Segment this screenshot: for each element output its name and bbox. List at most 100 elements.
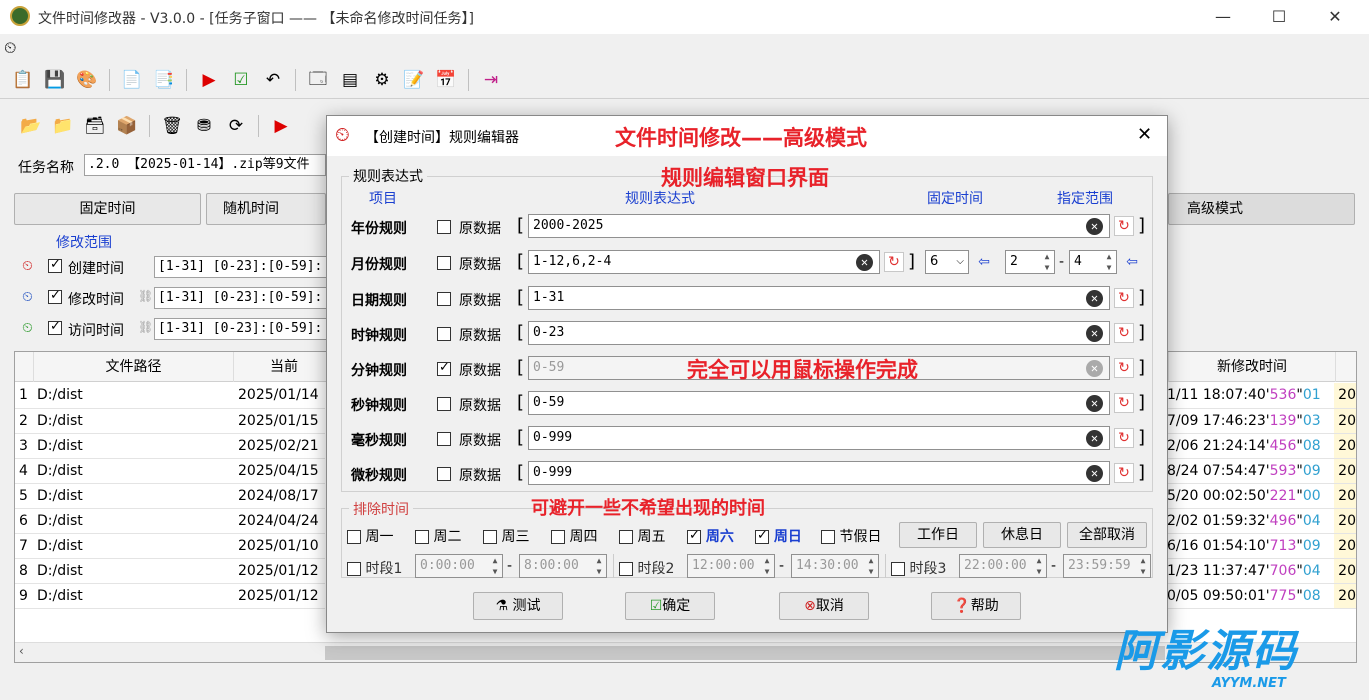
reset-icon[interactable]: ↻ [1114, 393, 1134, 413]
tab-advanced[interactable]: 高级模式 [1168, 193, 1355, 225]
col-current-header[interactable]: 当前 [234, 352, 334, 382]
table-row[interactable]: 8 D:/dist 2025/01/12 [15, 558, 325, 584]
table-row[interactable]: 2 D:/dist 2025/01/15 [15, 408, 325, 434]
reset-icon[interactable]: ↻ [1114, 463, 1134, 483]
weekday-option[interactable]: 节假日 [821, 526, 881, 546]
weekday-checkbox[interactable] [551, 530, 565, 544]
raw-data-checkbox[interactable] [437, 397, 451, 411]
restday-button[interactable]: 休息日 [983, 522, 1061, 548]
table-row[interactable]: 2/06 21:24:14'456"08 20 [1163, 433, 1356, 459]
weekday-option[interactable]: 周三 [483, 526, 529, 546]
archive-icon[interactable]: 🗃 [82, 113, 108, 139]
table-row[interactable]: 7 D:/dist 2025/01/10 [15, 533, 325, 559]
delete-icon[interactable]: 🗑 [159, 113, 185, 139]
create-time-field[interactable]: [1-31] [0-23]:[0-59]: [154, 256, 330, 278]
run-task-icon[interactable]: ▶ [268, 113, 294, 139]
workday-button[interactable]: 工作日 [899, 522, 977, 548]
clear-icon[interactable]: ✕ [1086, 395, 1103, 412]
palette-icon[interactable]: 🎨 [74, 67, 100, 93]
rule-expression-field[interactable]: 0-999 ✕ [528, 461, 1110, 485]
weekday-option[interactable]: 周四 [551, 526, 597, 546]
rule-expression-field[interactable]: 0-23 ✕ [528, 321, 1110, 345]
new-task-icon[interactable]: 📋 [10, 67, 36, 93]
table-row[interactable]: 1/23 11:37:47'706"04 20 [1163, 558, 1356, 584]
reset-icon[interactable]: ↻ [1114, 428, 1134, 448]
month-to-spin[interactable]: 4 ▲ ▼ [1069, 250, 1117, 274]
weekday-checkbox[interactable] [415, 530, 429, 544]
clear-icon[interactable]: ✕ [1086, 325, 1103, 342]
modify-time-checkbox[interactable] [48, 288, 62, 304]
period-start-spin[interactable]: 0:00:00 ▲ ▼ [415, 554, 503, 578]
close-button[interactable]: ✕ [1312, 4, 1358, 30]
dialog-close-button[interactable]: ✕ [1137, 124, 1152, 145]
weekday-checkbox[interactable] [347, 530, 361, 544]
raw-data-checkbox[interactable] [437, 360, 451, 376]
table-row[interactable]: 5/20 00:02:50'221"00 20 [1163, 483, 1356, 509]
save-icon[interactable]: 💾 [42, 67, 68, 93]
clear-icon[interactable]: ✕ [1086, 360, 1103, 377]
clock-menu-icon[interactable]: ⏲ [4, 38, 16, 58]
weekday-option[interactable]: 周五 [619, 526, 665, 546]
access-time-field[interactable]: [1-31] [0-23]:[0-59]: [154, 318, 330, 340]
clear-icon[interactable]: ✕ [1086, 218, 1103, 235]
reset-icon[interactable]: ↻ [1114, 358, 1134, 378]
link-icon[interactable]: ⛓ [138, 289, 153, 303]
raw-data-checkbox[interactable] [437, 292, 451, 306]
raw-data-checkbox[interactable] [437, 432, 451, 446]
maximize-button[interactable]: ☐ [1256, 4, 1302, 30]
table-row[interactable]: 6/16 01:54:10'713"09 20 [1163, 533, 1356, 559]
month-fixed-select[interactable]: 6 ⌵ [925, 250, 969, 274]
minimize-button[interactable]: — [1200, 4, 1246, 30]
rule-expression-field[interactable]: 0-999 ✕ [528, 426, 1110, 450]
raw-data-checkbox[interactable] [437, 467, 451, 481]
scroll-left-icon[interactable]: ‹ [19, 644, 24, 658]
paste-icon[interactable]: 📑 [151, 67, 177, 93]
test-button[interactable]: ⚗ 测试 [473, 592, 563, 620]
raw-data-checkbox[interactable] [437, 220, 451, 234]
clear-icon[interactable]: ✕ [1086, 430, 1103, 447]
scroll-thumb[interactable] [325, 646, 1165, 660]
period-start-spin[interactable]: 22:00:00 ▲ ▼ [959, 554, 1047, 578]
reset-icon[interactable]: ↻ [1114, 216, 1134, 236]
exit-icon[interactable]: ⇥ [478, 67, 504, 93]
month-from-spin[interactable]: 2 ▲ ▼ [1005, 250, 1055, 274]
period-end-spin[interactable]: 14:30:00 ▲ ▼ [791, 554, 879, 578]
apply-fixed-arrow-icon[interactable]: ⇦ [975, 253, 993, 271]
ok-button[interactable]: ☑确定 [625, 592, 715, 620]
table-row[interactable]: 8/24 07:54:47'593"09 20 [1163, 458, 1356, 484]
raw-data-checkbox[interactable] [437, 256, 451, 270]
table-row[interactable]: 2/02 01:59:32'496"04 20 [1163, 508, 1356, 534]
weekday-checkbox[interactable] [619, 530, 633, 544]
raw-data-checkbox[interactable] [437, 327, 451, 341]
table-row[interactable]: 9 D:/dist 2025/01/12 [15, 583, 325, 609]
task-name-field[interactable]: .2.0 【2025-01-14】.zip等9文件 [84, 154, 326, 176]
check-icon[interactable]: ☑ [228, 67, 254, 93]
table-row[interactable]: 1/11 18:07:40'536"01 20 [1163, 383, 1356, 409]
period-option[interactable]: 时段1 [347, 558, 402, 578]
table-row[interactable]: 0/05 09:50:01'775"08 20 [1163, 583, 1356, 609]
rule-expression-field[interactable]: 0-59 ✕ [528, 391, 1110, 415]
col-new-header[interactable]: 新修改时间 [1168, 352, 1336, 382]
weekday-checkbox[interactable] [687, 528, 701, 544]
run-icon[interactable]: ▶ [196, 67, 222, 93]
table-row[interactable]: 1 D:/dist 2025/01/14 [15, 383, 325, 409]
reset-icon[interactable]: ↻ [1114, 288, 1134, 308]
table-row[interactable]: 3 D:/dist 2025/02/21 [15, 433, 325, 459]
period-checkbox[interactable] [619, 562, 633, 576]
col-path-header[interactable]: 文件路径 [33, 352, 234, 382]
period-end-spin[interactable]: 23:59:59 ▲ ▼ [1063, 554, 1151, 578]
window-icon[interactable]: 🗔 [305, 67, 331, 93]
tab-random-time[interactable]: 随机时间 [206, 193, 326, 225]
apply-range-arrow-icon[interactable]: ⇦ [1123, 253, 1141, 271]
weekday-option[interactable]: 周二 [415, 526, 461, 546]
weekday-option[interactable]: 周日 [755, 526, 802, 546]
reset-icon[interactable]: ↻ [884, 252, 904, 272]
period-end-spin[interactable]: 8:00:00 ▲ ▼ [519, 554, 607, 578]
weekday-option[interactable]: 周一 [347, 526, 393, 546]
clear-icon[interactable]: ✕ [1086, 465, 1103, 482]
weekday-checkbox[interactable] [483, 530, 497, 544]
weekday-option[interactable]: 周六 [687, 526, 734, 546]
rule-expression-field[interactable]: 2000-2025 ✕ [528, 214, 1110, 238]
table-row[interactable]: 6 D:/dist 2024/04/24 [15, 508, 325, 534]
access-time-checkbox[interactable] [48, 319, 62, 335]
